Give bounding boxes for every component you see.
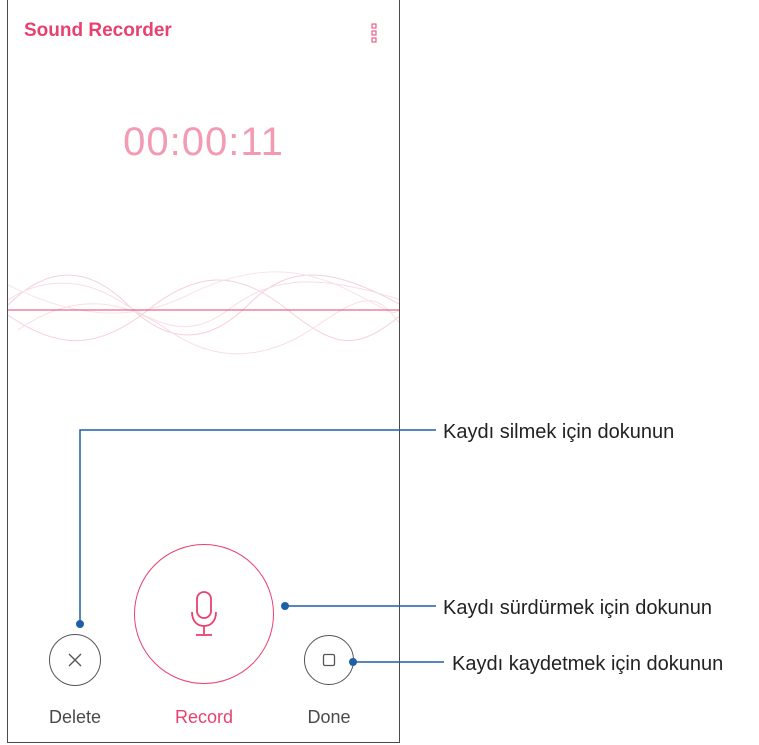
record-label: Record	[174, 707, 234, 727]
delete-button[interactable]	[49, 634, 101, 686]
microphone-icon	[191, 591, 217, 636]
phone-screen: Sound Recorder 00:00:11 Delete Record Do…	[7, 0, 400, 743]
app-title: Sound Recorder	[24, 20, 172, 41]
callout-done: Kaydı kaydetmek için dokunun	[452, 653, 724, 675]
delete-label: Delete	[48, 707, 102, 727]
stop-icon	[322, 653, 336, 667]
done-button[interactable]	[304, 635, 354, 685]
more-vert-icon[interactable]	[369, 22, 379, 44]
elapsed-time: 00:00:11	[123, 120, 284, 164]
done-label: Done	[307, 707, 351, 727]
close-icon	[68, 653, 82, 667]
waveform	[8, 271, 399, 355]
callout-delete: Kaydı silmek için dokunun	[443, 421, 675, 443]
record-button[interactable]	[134, 544, 274, 684]
callout-record: Kaydı sürdürmek için dokunun	[443, 597, 713, 619]
